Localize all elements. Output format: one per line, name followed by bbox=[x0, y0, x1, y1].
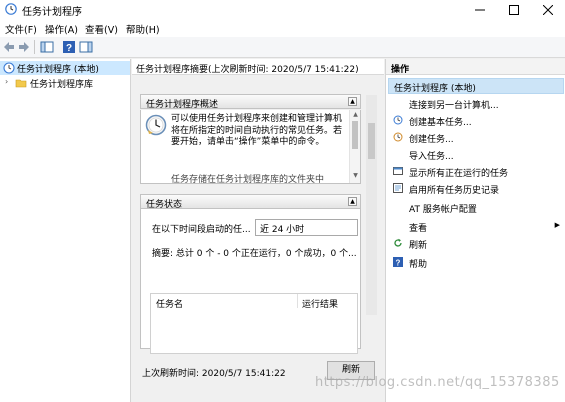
help-icon: ? bbox=[393, 257, 403, 267]
task-scheduler-app-icon bbox=[5, 3, 17, 15]
expand-chevron-icon[interactable]: › bbox=[5, 77, 8, 86]
task-status-table[interactable]: 任务名 运行结果 bbox=[150, 293, 358, 354]
action-at-service-config[interactable]: AT 服务帐户配置 bbox=[386, 199, 565, 216]
menu-action[interactable]: 操作(A) bbox=[45, 22, 78, 36]
action-create-basic-task[interactable]: 创建基本任务... bbox=[386, 112, 565, 129]
action-show-running-tasks[interactable]: 显示所有正在运行的任务 bbox=[386, 163, 565, 180]
overview-section-header[interactable]: 任务计划程序概述 ▲ bbox=[140, 94, 361, 110]
actions-header: 操作 bbox=[386, 59, 565, 75]
period-label: 在以下时间段启动的任... bbox=[152, 225, 251, 235]
overview-title: 任务计划程序概述 bbox=[146, 100, 219, 110]
minimize-icon bbox=[475, 9, 485, 10]
menu-help[interactable]: 帮助(H) bbox=[126, 22, 160, 36]
status-summary: 摘要: 总计 0 个 - 0 个正在运行，0 个成功，0 个... bbox=[152, 249, 357, 259]
menu-bar: 文件(F) 操作(A) 查看(V) 帮助(H) bbox=[0, 19, 565, 37]
action-create-task[interactable]: 创建任务... bbox=[386, 129, 565, 146]
actions-group-label: 任务计划程序 (本地) bbox=[394, 84, 476, 94]
svg-text:?: ? bbox=[396, 258, 401, 267]
tree-item-library[interactable]: › 任务计划程序库 bbox=[0, 76, 130, 90]
period-select[interactable]: 近 24 小时 ⌄ bbox=[255, 219, 358, 236]
forward-arrow-icon[interactable] bbox=[17, 40, 31, 54]
action-label: 刷新 bbox=[409, 241, 428, 251]
show-hide-action-pane-icon[interactable] bbox=[79, 40, 93, 54]
basic-task-icon bbox=[393, 115, 403, 125]
scroll-down-icon[interactable]: ▼ bbox=[351, 172, 360, 181]
scroll-thumb[interactable] bbox=[352, 121, 358, 149]
title-bar[interactable]: 任务计划程序 bbox=[0, 0, 565, 19]
actions-pane: 操作 任务计划程序 (本地) 连接到另一台计算机... 创建基本任务... 创建… bbox=[385, 59, 565, 402]
action-label: 启用所有任务历史记录 bbox=[409, 186, 500, 196]
menu-view[interactable]: 查看(V) bbox=[85, 22, 118, 36]
action-label: 连接到另一台计算机... bbox=[409, 101, 499, 111]
summary-header: 任务计划程序摘要(上次刷新时间: 2020/5/7 15:41:22) bbox=[132, 59, 384, 75]
summary-scrollbar[interactable] bbox=[366, 95, 377, 315]
clock-icon bbox=[3, 62, 15, 74]
minimize-button[interactable] bbox=[463, 0, 497, 19]
action-label: 帮助 bbox=[409, 260, 428, 270]
back-arrow-icon[interactable] bbox=[2, 40, 16, 54]
chevron-down-icon: ⌄ bbox=[260, 223, 267, 232]
column-header-result[interactable]: 运行结果 bbox=[302, 297, 338, 310]
toolbar: ? bbox=[0, 37, 565, 58]
close-icon bbox=[543, 4, 553, 15]
action-view[interactable]: 查看 ▶ bbox=[386, 218, 565, 235]
overview-body: 可以使用任务计划程序来创建和管理计算机将在所指定的时间自动执行的常见任务。若要开… bbox=[140, 110, 361, 184]
last-refresh-time: 上次刷新时间: 2020/5/7 15:41:22 bbox=[142, 369, 286, 379]
actions-group-local-scheduler[interactable]: 任务计划程序 (本地) bbox=[388, 78, 564, 94]
action-connect-computer[interactable]: 连接到另一台计算机... bbox=[386, 95, 565, 112]
running-tasks-icon bbox=[393, 167, 403, 175]
overview-truncated-text: 任务存储在任务计划程序库的文件夹中 bbox=[171, 175, 325, 184]
refresh-icon bbox=[394, 238, 402, 247]
column-divider[interactable] bbox=[297, 294, 298, 308]
collapse-up-icon[interactable]: ▲ bbox=[348, 97, 357, 106]
column-header-task-name[interactable]: 任务名 bbox=[156, 297, 183, 310]
submenu-arrow-icon: ▶ bbox=[554, 221, 560, 229]
maximize-icon bbox=[509, 4, 519, 15]
tree-item-local-scheduler[interactable]: 任务计划程序 (本地) bbox=[0, 61, 130, 75]
help-icon[interactable]: ? bbox=[62, 40, 76, 54]
window-title: 任务计划程序 bbox=[22, 7, 82, 18]
menu-file[interactable]: 文件(F) bbox=[5, 22, 37, 36]
close-button[interactable] bbox=[531, 0, 565, 19]
action-label: 导入任务... bbox=[409, 152, 454, 162]
action-help[interactable]: ? 帮助 bbox=[386, 254, 565, 271]
overview-description: 可以使用任务计划程序来创建和管理计算机将在所指定的时间自动执行的常见任务。若要开… bbox=[171, 114, 343, 147]
toolbar-separator bbox=[34, 40, 35, 54]
action-import-task[interactable]: 导入任务... bbox=[386, 146, 565, 163]
action-label: 查看 bbox=[409, 224, 428, 234]
status-section-header[interactable]: 任务状态 ▲ bbox=[140, 194, 361, 210]
action-refresh[interactable]: 刷新 bbox=[386, 235, 565, 252]
task-scheduler-window: 任务计划程序 文件(F) 操作(A) 查看(V) 帮助(H) ? 任务计划程序 … bbox=[0, 0, 565, 402]
folder-icon bbox=[15, 79, 27, 88]
maximize-button[interactable] bbox=[497, 0, 531, 19]
history-icon bbox=[393, 183, 403, 193]
action-label: AT 服务帐户配置 bbox=[409, 205, 477, 215]
tree-item-label: 任务计划程序库 bbox=[30, 80, 94, 90]
collapse-up-icon[interactable]: ▲ bbox=[348, 197, 357, 206]
create-task-icon bbox=[393, 132, 403, 142]
summary-header-text: 任务计划程序摘要(上次刷新时间: 2020/5/7 15:41:22) bbox=[136, 65, 359, 75]
tree-item-label: 任务计划程序 (本地) bbox=[17, 65, 99, 75]
svg-text:?: ? bbox=[66, 43, 72, 54]
action-label: 显示所有正在运行的任务 bbox=[409, 169, 509, 179]
scheduler-clock-icon bbox=[145, 114, 167, 136]
show-hide-console-tree-icon[interactable] bbox=[40, 40, 54, 54]
action-label: 创建任务... bbox=[409, 135, 454, 145]
action-label: 创建基本任务... bbox=[409, 118, 472, 128]
watermark-text: https://blog.csdn.net/qq_15378385 bbox=[315, 375, 560, 390]
console-tree: 任务计划程序 (本地) › 任务计划程序库 bbox=[0, 59, 131, 402]
overview-scrollbar[interactable]: ▲ ▼ bbox=[349, 110, 360, 183]
action-enable-history[interactable]: 启用所有任务历史记录 bbox=[386, 180, 565, 197]
summary-scroll-thumb[interactable] bbox=[368, 123, 375, 159]
actions-header-text: 操作 bbox=[391, 65, 410, 75]
scroll-up-icon[interactable]: ▲ bbox=[351, 111, 360, 120]
